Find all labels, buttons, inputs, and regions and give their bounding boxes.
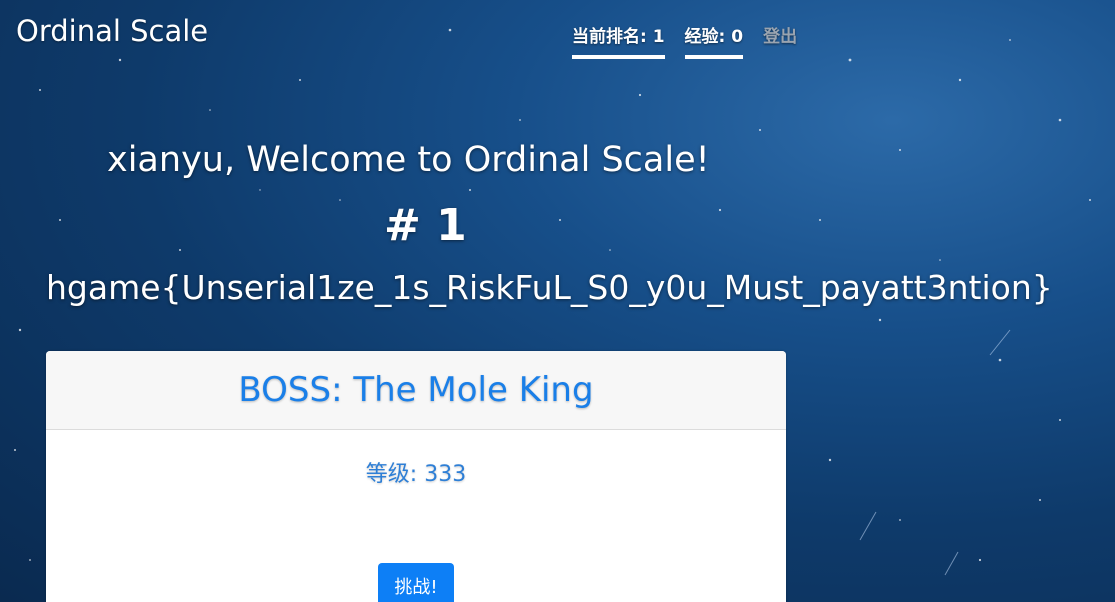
boss-level: 等级: 333 — [365, 462, 467, 487]
flag-text: hgame{Unserial1ze_1s_RiskFuL_S0_y0u_Must… — [46, 268, 1053, 307]
logout-link[interactable]: 登出 — [763, 22, 797, 59]
boss-card-header: BOSS: The Mole King — [46, 351, 786, 430]
boss-card: BOSS: The Mole King 等级: 333 挑战! — [46, 351, 786, 602]
rank-display: # 1 — [384, 200, 467, 251]
nav-exp[interactable]: 经验: 0 — [684, 22, 744, 59]
nav-rank[interactable]: 当前排名: 1 — [572, 22, 665, 59]
boss-card-body: 等级: 333 挑战! — [46, 430, 786, 602]
top-nav: 当前排名: 1 经验: 0 登出 — [572, 22, 797, 59]
welcome-heading: xianyu, Welcome to Ordinal Scale! — [107, 140, 710, 180]
challenge-button[interactable]: 挑战! — [378, 563, 454, 602]
brand-title[interactable]: Ordinal Scale — [16, 14, 208, 48]
boss-title: BOSS: The Mole King — [238, 370, 594, 410]
